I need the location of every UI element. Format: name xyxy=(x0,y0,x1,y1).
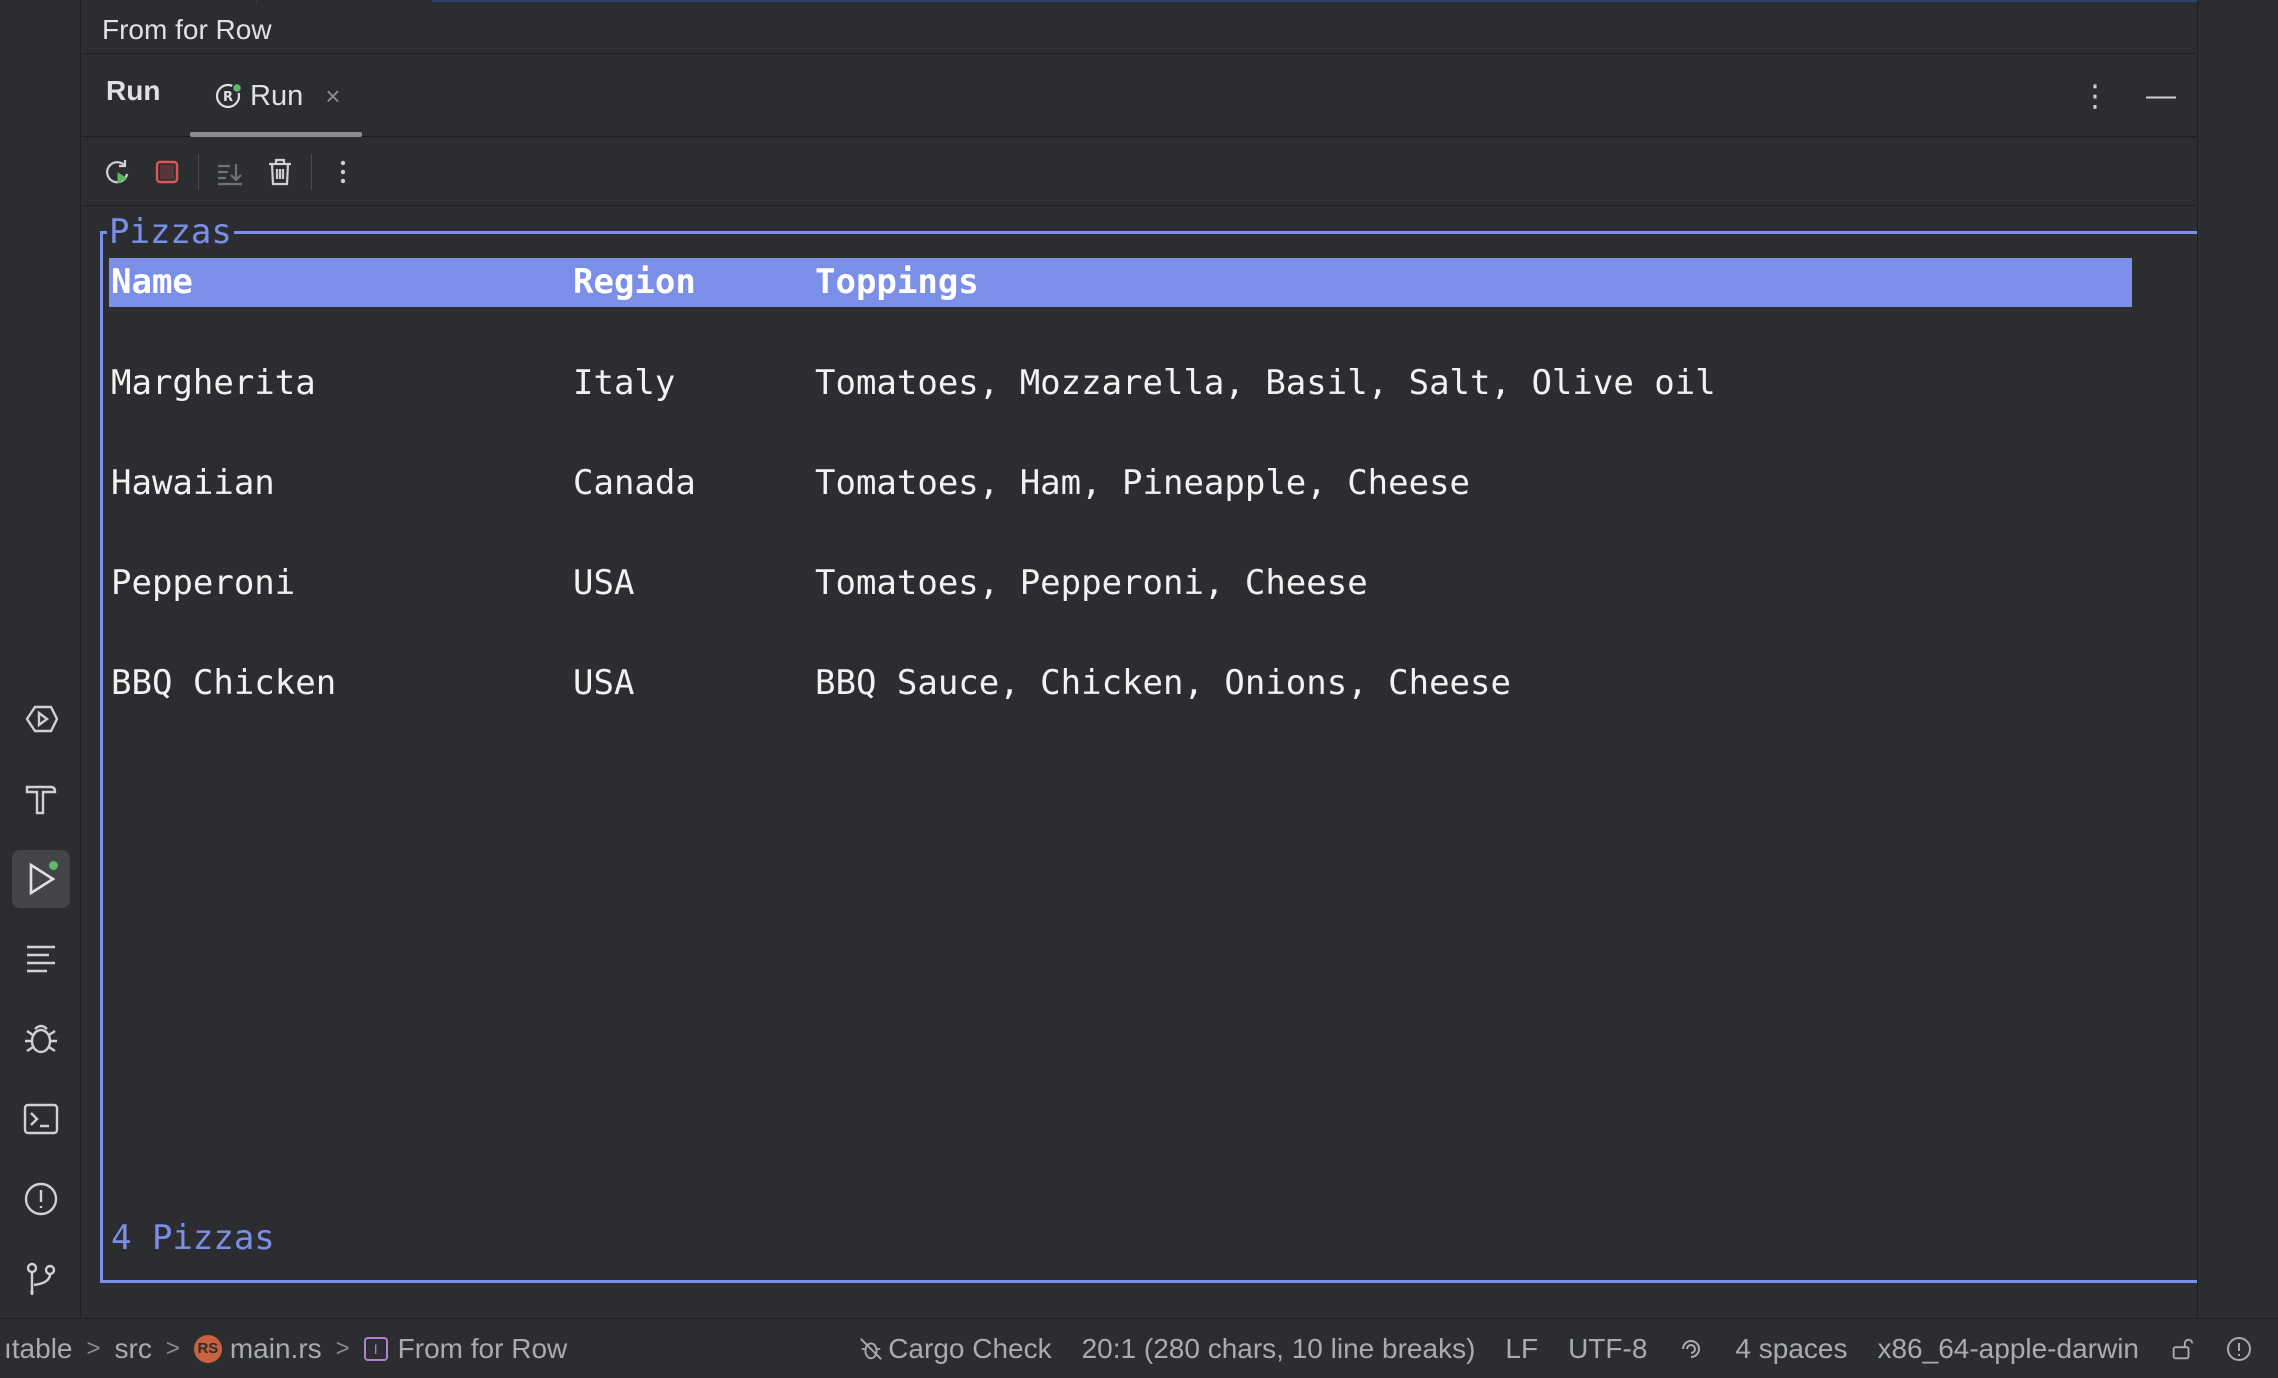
rerun-icon[interactable] xyxy=(92,147,142,197)
problems-icon[interactable] xyxy=(12,1170,70,1228)
row-name: BBQ Chicken xyxy=(111,663,337,703)
ide-window: From for Row Run R Run × ⋮ — Pizzas Name… xyxy=(0,0,2278,1378)
editor-breadcrumb[interactable]: From for Row xyxy=(82,6,2196,54)
rust-run-config-icon: R xyxy=(212,80,244,112)
more-options-icon[interactable]: ⋮ xyxy=(2080,79,2110,114)
tool-window-title: Run xyxy=(106,75,161,106)
notifications-icon[interactable] xyxy=(2225,1335,2253,1363)
header-region: Region xyxy=(573,262,696,302)
scroll-to-end-icon[interactable] xyxy=(205,147,255,197)
cargo-check-widget[interactable]: Cargo Check xyxy=(858,1332,1052,1365)
terminal-icon[interactable] xyxy=(12,1090,70,1148)
row-region: USA xyxy=(573,663,635,703)
ai-assistant-icon[interactable] xyxy=(1677,1335,1705,1363)
svg-text:R: R xyxy=(223,90,233,105)
status-bar: ıtable > src > RS main.rs > I From for R… xyxy=(0,1318,2278,1378)
run-tool-icon[interactable] xyxy=(12,850,70,908)
table-header: Name Region Toppings xyxy=(109,258,2132,307)
row-toppings: BBQ Sauce, Chicken, Onions, Cheese xyxy=(815,663,1511,703)
right-tool-strip xyxy=(2197,0,2278,1318)
line-separator[interactable]: LF xyxy=(1505,1333,1538,1365)
row-region: USA xyxy=(573,563,635,603)
run-toolbar xyxy=(82,138,2196,206)
status-widgets: Cargo Check 20:1 (280 chars, 10 line bre… xyxy=(843,1333,2268,1365)
run-tool-window: From for Row Run R Run × ⋮ — Pizzas Name… xyxy=(82,0,2230,1318)
crumb-file[interactable]: RS main.rs xyxy=(193,1332,322,1365)
pizza-table-frame-border: Pizzas Name Region Toppings Margherita I… xyxy=(100,212,2230,1283)
toolbar-more-icon[interactable] xyxy=(318,147,368,197)
toolbar-separator xyxy=(311,153,312,190)
tool-window-header: Run R Run × ⋮ — xyxy=(82,55,2196,137)
build-hammer-icon[interactable] xyxy=(12,770,70,828)
running-indicator-icon xyxy=(47,859,60,872)
row-toppings: Tomatoes, Mozzarella, Basil, Salt, Olive… xyxy=(815,363,1716,403)
debug-bug-icon[interactable] xyxy=(12,1010,70,1068)
header-name: Name xyxy=(111,262,193,302)
stop-icon[interactable] xyxy=(142,147,192,197)
tool-window-actions: ⋮ — xyxy=(2080,55,2176,137)
console-output[interactable]: Pizzas Pizzas Name Region Toppings Margh… xyxy=(82,207,2230,1318)
table-row: Margherita Italy Tomatoes, Mozzarella, B… xyxy=(109,358,2009,408)
build-target[interactable]: x86_64-apple-darwin xyxy=(1877,1333,2139,1365)
row-name: Hawaiian xyxy=(111,463,275,503)
minimize-icon[interactable]: — xyxy=(2146,79,2176,113)
row-name: Pepperoni xyxy=(111,563,296,603)
indent-setting[interactable]: 4 spaces xyxy=(1735,1333,1847,1365)
git-branch-icon[interactable] xyxy=(12,1250,70,1308)
chevron-right-icon: > xyxy=(335,1334,350,1362)
crumb-impl-label: From for Row xyxy=(397,1332,568,1364)
toolbar-separator xyxy=(198,153,199,190)
lock-icon[interactable] xyxy=(2169,1336,2195,1362)
chevron-right-icon: > xyxy=(165,1334,180,1362)
row-name: Margherita xyxy=(111,363,316,403)
table-row: Hawaiian Canada Tomatoes, Ham, Pineapple… xyxy=(109,458,2009,508)
left-tool-strip xyxy=(0,0,81,1318)
structure-icon[interactable] xyxy=(12,930,70,988)
crumb-project[interactable]: ıtable xyxy=(4,1333,73,1365)
clear-trash-icon[interactable] xyxy=(255,147,305,197)
pizza-count: 4 Pizzas xyxy=(111,1218,275,1258)
status-breadcrumb: ıtable > src > RS main.rs > I From for R… xyxy=(4,1333,567,1365)
header-toppings: Toppings xyxy=(815,262,979,302)
tab-active-underline xyxy=(190,132,363,137)
row-toppings: Tomatoes, Ham, Pineapple, Cheese xyxy=(815,463,1471,503)
breadcrumb-title[interactable]: From for Row xyxy=(102,14,272,46)
chevron-right-icon: > xyxy=(86,1334,101,1362)
crumb-file-label: main.rs xyxy=(229,1332,322,1364)
row-region: Canada xyxy=(573,463,696,503)
tab-close-icon[interactable]: × xyxy=(325,81,340,112)
tab-run[interactable]: R Run × xyxy=(190,55,363,137)
crumb-src[interactable]: src xyxy=(115,1333,152,1365)
row-toppings: Tomatoes, Pepperoni, Cheese xyxy=(815,563,1368,603)
table-title-label: Pizzas xyxy=(107,212,234,252)
caret-position[interactable]: 20:1 (280 chars, 10 line breaks) xyxy=(1082,1333,1476,1365)
crumb-impl[interactable]: I From for Row xyxy=(363,1332,568,1365)
rust-file-icon: RS xyxy=(193,1334,222,1363)
services-icon[interactable] xyxy=(12,690,70,748)
cargo-check-label: Cargo Check xyxy=(888,1332,1052,1364)
impl-icon: I xyxy=(363,1336,388,1361)
file-encoding[interactable]: UTF-8 xyxy=(1568,1333,1647,1365)
cargo-check-off-icon xyxy=(860,1337,883,1360)
row-region: Italy xyxy=(573,363,676,403)
tab-run-label: Run xyxy=(250,79,304,112)
table-row: BBQ Chicken USA BBQ Sauce, Chicken, Onio… xyxy=(109,658,2009,708)
table-row: Pepperoni USA Tomatoes, Pepperoni, Chees… xyxy=(109,558,2009,608)
